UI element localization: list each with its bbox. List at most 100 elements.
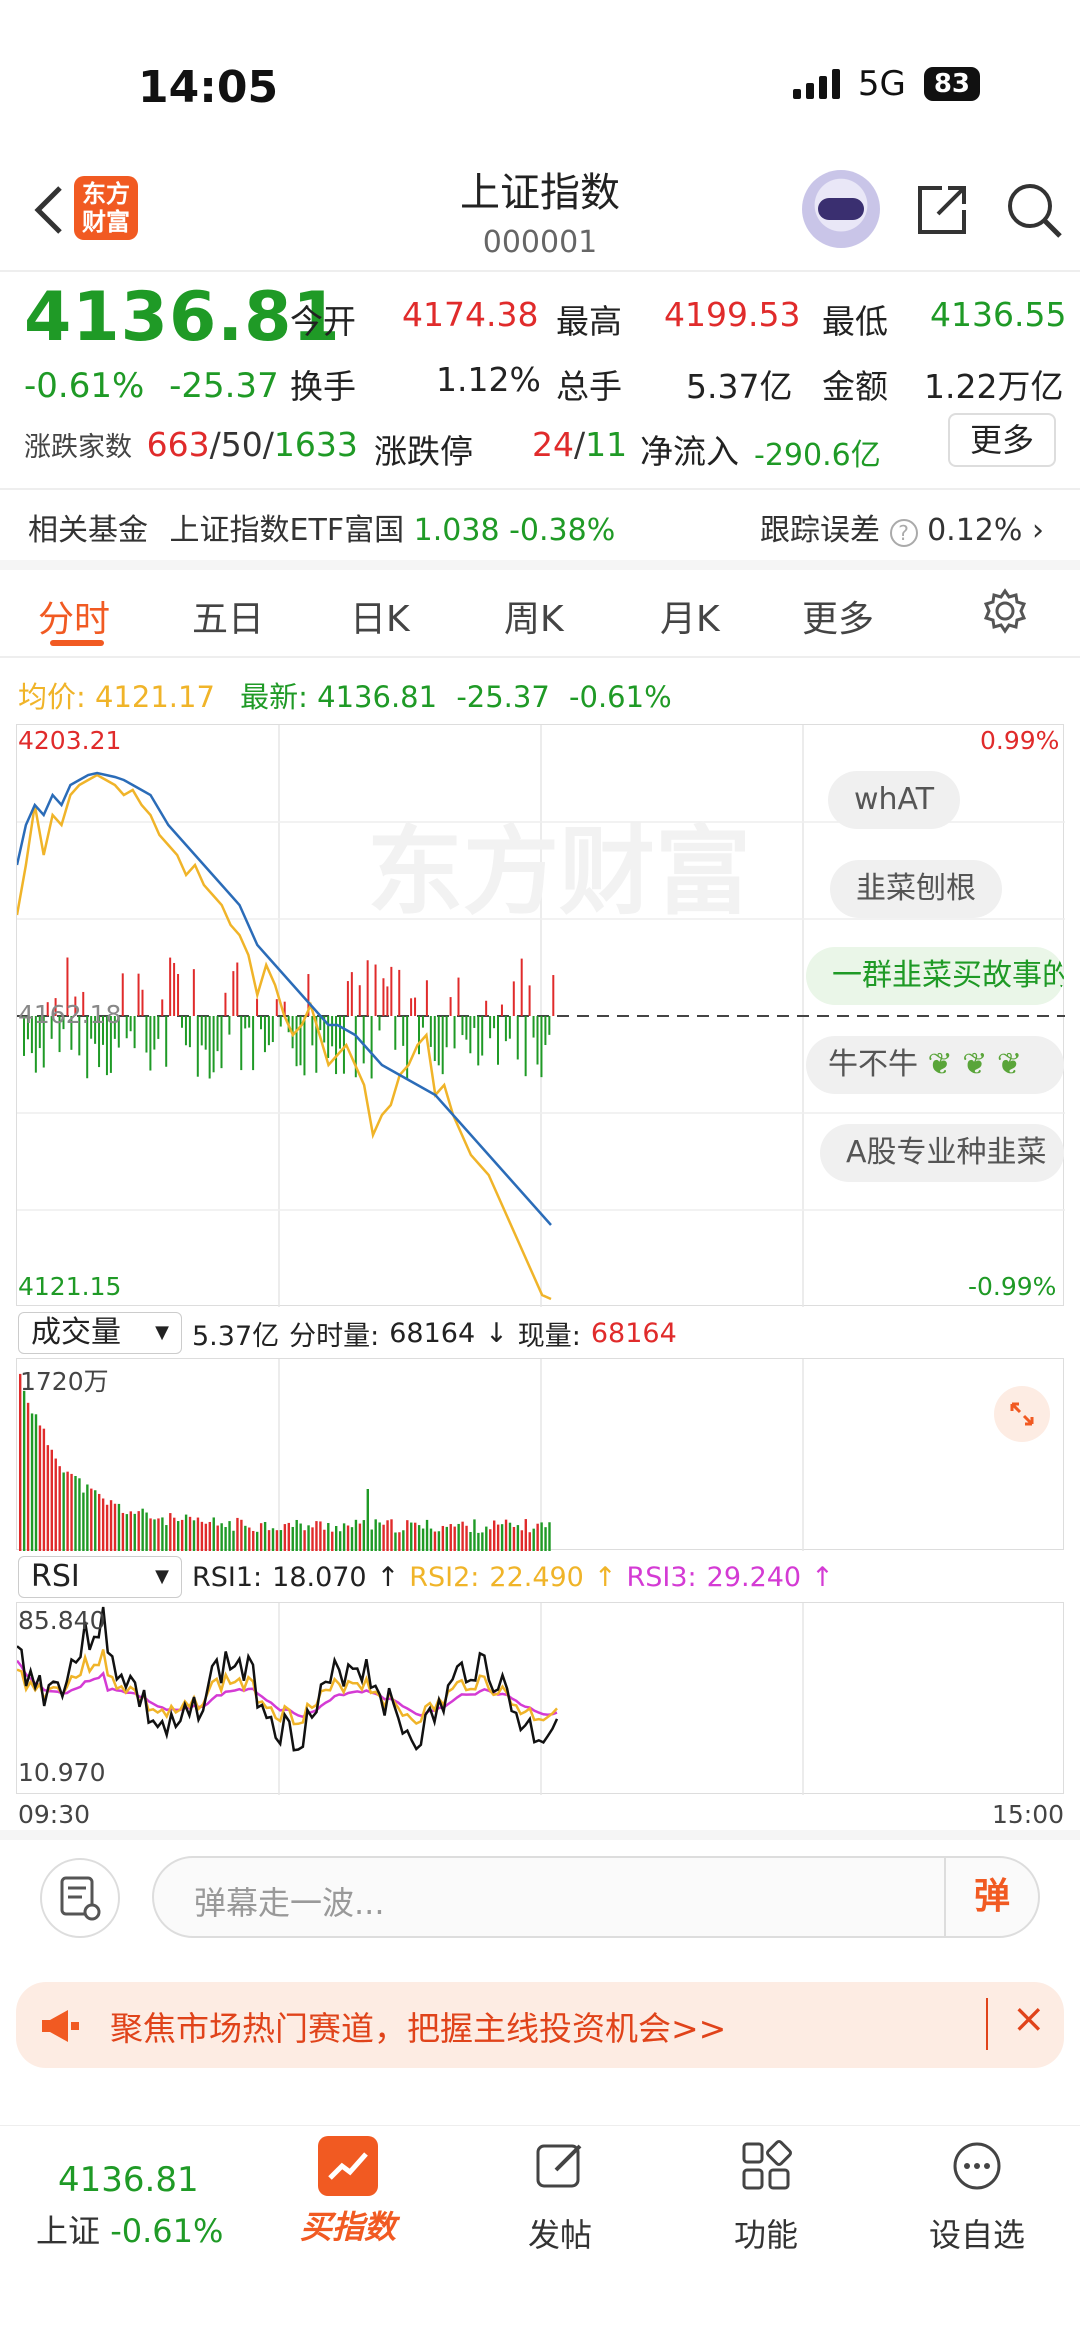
nav-add-watchlist[interactable]: 设自选 bbox=[922, 2136, 1032, 2256]
volume-bar bbox=[500, 1524, 504, 1551]
flow-bar bbox=[216, 1016, 219, 1052]
volume-bar bbox=[370, 1529, 373, 1551]
assistant-avatar-icon[interactable] bbox=[802, 170, 880, 248]
tab-intraday[interactable]: 分时 bbox=[38, 590, 110, 642]
danmaku-send-button[interactable]: 弹 bbox=[944, 1858, 1038, 1936]
nav-post[interactable]: 发帖 bbox=[510, 2136, 610, 2256]
tab-monthly-k[interactable]: 月K bbox=[660, 590, 720, 642]
flow-bar bbox=[177, 973, 180, 1016]
volume-bar bbox=[366, 1489, 369, 1551]
volume-bar bbox=[295, 1519, 298, 1551]
tab-more[interactable]: 更多 bbox=[802, 590, 874, 642]
network-label: 5G bbox=[857, 64, 906, 104]
volume-bar bbox=[236, 1517, 239, 1551]
volume-bar bbox=[161, 1517, 164, 1551]
danmaku-bubble[interactable]: A股专业种韭菜 bbox=[820, 1124, 1064, 1182]
notes-icon[interactable] bbox=[40, 1858, 120, 1938]
rsi-axis-bottom: 10.970 bbox=[18, 1758, 106, 1787]
flow-bar bbox=[398, 969, 401, 1016]
tracking-error[interactable]: 跟踪误差 ? 0.12% › bbox=[760, 505, 1044, 549]
nav-functions[interactable]: 功能 bbox=[716, 2136, 816, 2256]
bottom-index-quote[interactable]: 4136.81 上证 -0.61% bbox=[36, 2160, 223, 2252]
price-axis-mid: 4162.18 bbox=[18, 1000, 122, 1029]
promo-banner[interactable]: 聚焦市场热门赛道，把握主线投资机会>> × bbox=[16, 1982, 1064, 2068]
flow-bar bbox=[244, 1016, 247, 1029]
settings-gear-icon[interactable] bbox=[982, 588, 1028, 638]
volume-bar bbox=[94, 1490, 97, 1551]
volume-bar bbox=[520, 1530, 524, 1551]
flow-bar bbox=[295, 1016, 298, 1067]
volume-bar bbox=[303, 1530, 306, 1551]
related-fund-row[interactable]: 相关基金 上证指数ETF富国 1.038 -0.38% bbox=[28, 505, 615, 549]
flow-bar bbox=[414, 997, 417, 1016]
flow-bar bbox=[129, 1016, 132, 1032]
flow-bar bbox=[204, 1016, 207, 1050]
volume-bar bbox=[338, 1531, 342, 1551]
volume-bar bbox=[259, 1523, 263, 1551]
rsi-chart[interactable] bbox=[16, 1602, 1064, 1795]
latest-value: 4136.81 bbox=[317, 680, 438, 714]
volume-bar bbox=[240, 1519, 243, 1551]
close-icon[interactable]: × bbox=[1012, 1996, 1046, 2042]
price-axis-bottom: 4121.15 bbox=[18, 1272, 122, 1301]
flow-bar bbox=[374, 964, 377, 1016]
danmaku-bubble[interactable]: 韭菜刨根 bbox=[830, 860, 1002, 918]
danmaku-input[interactable]: 弹幕走一波... 弹 bbox=[152, 1856, 1040, 1938]
updown-row: 涨跌家数 663/50/1633 bbox=[24, 425, 358, 464]
flow-bar bbox=[370, 1016, 373, 1079]
volume-total: 5.37亿 bbox=[192, 1320, 280, 1352]
volume-bar bbox=[252, 1530, 255, 1551]
tab-five-day[interactable]: 五日 bbox=[192, 590, 264, 642]
volume-chart[interactable] bbox=[16, 1358, 1064, 1551]
tab-daily-k[interactable]: 日K bbox=[350, 590, 410, 642]
volume-bar bbox=[461, 1521, 464, 1551]
rsi-toolbar: RSI ▼ RSI1: 18.070 ↑ RSI2: 22.490 ↑ RSI3: 29.2… bbox=[18, 1556, 834, 1598]
flow-bar bbox=[224, 992, 227, 1016]
change-pct: -0.61% bbox=[24, 366, 145, 406]
volume-bar bbox=[224, 1527, 227, 1551]
volume-bar bbox=[74, 1475, 77, 1551]
flow-bar bbox=[418, 1016, 420, 1055]
status-time: 14:05 bbox=[138, 62, 279, 113]
netflow-label: 净流入 bbox=[640, 432, 739, 471]
flow-bar bbox=[449, 997, 452, 1016]
flow-bar bbox=[516, 1016, 519, 1060]
volume-bar bbox=[469, 1532, 472, 1551]
flow-bar bbox=[481, 1016, 484, 1056]
tab-weekly-k[interactable]: 周K bbox=[504, 590, 564, 642]
flow-bar bbox=[240, 1016, 243, 1071]
danmaku-bubble[interactable]: 一群韭菜买故事的 bbox=[806, 947, 1064, 1005]
search-icon[interactable] bbox=[1004, 180, 1064, 240]
nav-buy-index[interactable]: 买指数 bbox=[292, 2136, 404, 2248]
expand-icon[interactable] bbox=[994, 1386, 1050, 1442]
volume-bar bbox=[382, 1524, 385, 1551]
pct-axis-top: 0.99% bbox=[980, 726, 1060, 755]
open-value: 4174.38 bbox=[402, 295, 539, 334]
flow-bar bbox=[232, 971, 235, 1016]
flow-bar bbox=[520, 958, 523, 1016]
share-icon[interactable] bbox=[912, 180, 972, 240]
volume-bar bbox=[410, 1522, 413, 1551]
tabs-divider bbox=[0, 656, 1080, 658]
time-axis-end: 15:00 bbox=[992, 1800, 1065, 1829]
volume-bar bbox=[105, 1504, 109, 1551]
flow-bar bbox=[528, 985, 531, 1016]
avg-value: 4121.17 bbox=[95, 680, 215, 714]
danmaku-bubble[interactable]: 牛不牛 ❦ ❦ ❦ bbox=[806, 1036, 1064, 1094]
volume-bar bbox=[354, 1519, 358, 1551]
flow-bar bbox=[485, 1000, 488, 1016]
indicator-select-rsi[interactable]: RSI ▼ bbox=[18, 1556, 182, 1598]
volume-bar bbox=[283, 1524, 287, 1551]
battery-icon: 83 bbox=[923, 67, 980, 101]
indicator-select-volume[interactable]: 成交量 ▼ bbox=[18, 1312, 182, 1354]
banner-text: 聚焦市场热门赛道，把握主线投资机会>> bbox=[110, 2009, 727, 2048]
flow-bar bbox=[410, 998, 413, 1016]
flow-bar bbox=[540, 1016, 543, 1078]
flow-bar bbox=[145, 1016, 148, 1053]
trend-chart-icon bbox=[318, 2136, 378, 2196]
flow-bar bbox=[386, 986, 389, 1016]
danmaku-bubble[interactable]: whAT bbox=[828, 771, 961, 829]
volume-bar bbox=[489, 1529, 492, 1551]
rsi2-value: 22.490 bbox=[489, 1561, 584, 1593]
more-button[interactable]: 更多 bbox=[948, 413, 1056, 467]
